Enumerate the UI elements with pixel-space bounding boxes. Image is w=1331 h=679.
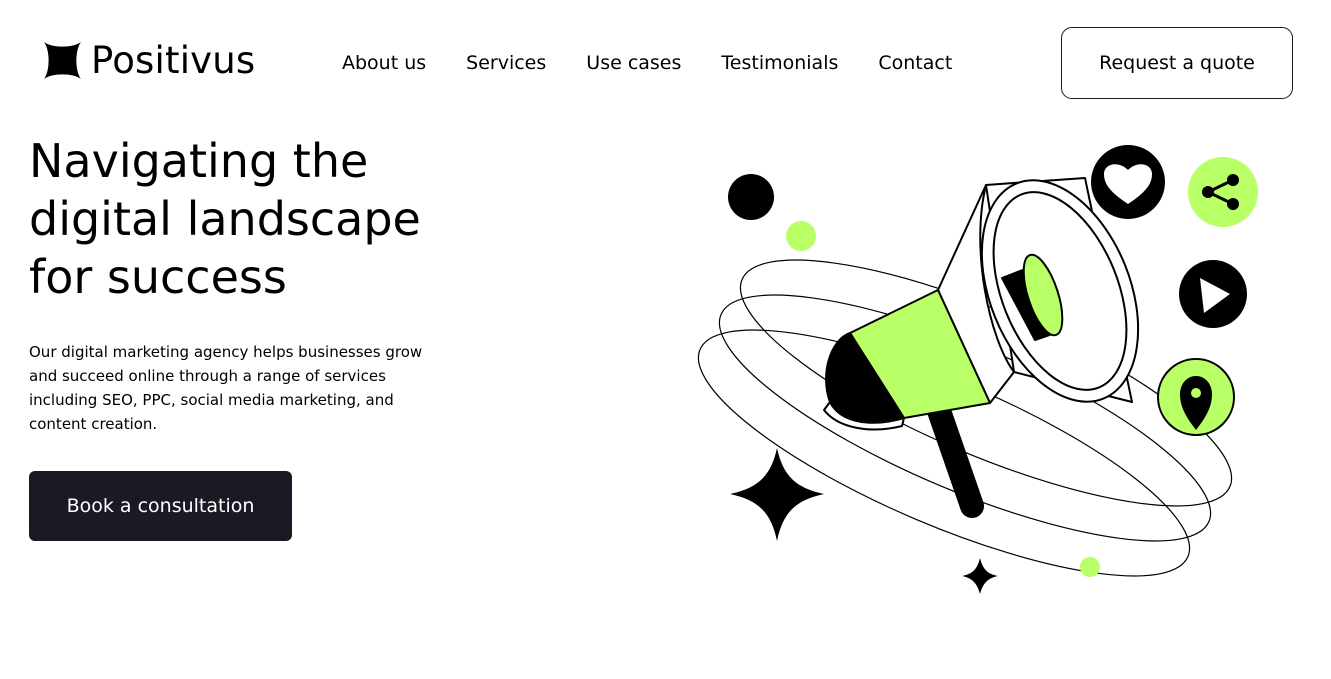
hero-title-line: for success xyxy=(29,250,287,304)
nav-use-cases[interactable]: Use cases xyxy=(586,50,681,76)
hero-description: Our digital marketing agency helps busin… xyxy=(29,343,423,433)
decor-dot xyxy=(786,221,816,251)
nav-about-us[interactable]: About us xyxy=(342,50,426,76)
brand-logo[interactable]: Positivus xyxy=(44,42,255,79)
main-nav: About us Services Use cases Testimonials… xyxy=(342,50,952,76)
sparkle-icon xyxy=(962,558,998,594)
brand-name: Positivus xyxy=(91,39,256,82)
four-point-star-icon xyxy=(44,42,81,79)
nav-contact[interactable]: Contact xyxy=(878,50,952,76)
play-icon xyxy=(1179,260,1247,328)
sparkle-icon xyxy=(730,448,824,541)
decor-dot xyxy=(1080,557,1100,577)
location-pin-icon xyxy=(1157,358,1235,436)
hero-title-line: Navigating the xyxy=(29,134,369,188)
megaphone-illustration xyxy=(697,145,1258,594)
heart-icon xyxy=(1091,145,1165,219)
site-header: Positivus About us Services Use cases Te… xyxy=(0,0,1331,126)
share-icon xyxy=(1188,157,1258,227)
nav-testimonials[interactable]: Testimonials xyxy=(721,50,838,76)
hero-title-line: digital landscape xyxy=(29,192,421,246)
decor-dot xyxy=(728,174,774,220)
book-consultation-button[interactable]: Book a consultation xyxy=(29,471,292,541)
request-quote-button[interactable]: Request a quote xyxy=(1061,27,1293,99)
hero-title: Navigating the digital landscape for suc… xyxy=(29,132,489,306)
nav-services[interactable]: Services xyxy=(466,50,546,76)
